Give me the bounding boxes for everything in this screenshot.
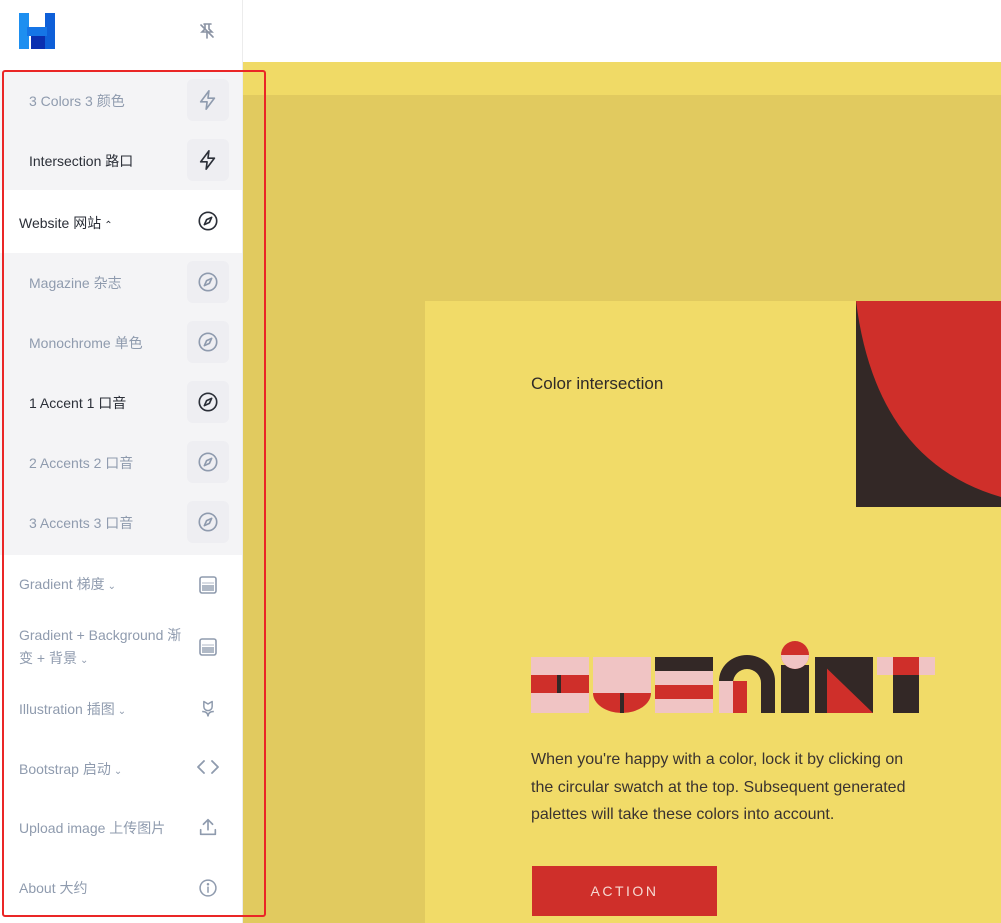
- sidebar-item-label: Gradient 梯度 ⌄: [19, 573, 116, 598]
- h-logo-icon[interactable]: [19, 13, 55, 49]
- sidebar-item-magazine[interactable]: Magazine 杂志: [0, 253, 242, 313]
- sidebar-item-gradient[interactable]: Gradient 梯度 ⌄: [0, 555, 242, 615]
- sidebar-item-2-accents[interactable]: 2 Accents 2 口音: [0, 433, 242, 493]
- top-bar: [243, 0, 1001, 63]
- sidebar-item-label: Upload image 上传图片: [19, 820, 166, 836]
- sidebar-item-label: Illustration 插图 ⌄: [19, 698, 126, 723]
- sidebar-item-label: 1 Accent 1 口音: [29, 395, 127, 411]
- action-button[interactable]: ACTION: [532, 866, 717, 916]
- sidebar-item-label: Gradient + Background 渐变 + 背景 ⌄: [19, 624, 191, 672]
- chevron-down-icon: ⌄: [113, 766, 123, 777]
- info-icon: [187, 867, 229, 909]
- sidebar-item-3-colors[interactable]: 3 Colors 3 颜色: [0, 70, 242, 130]
- intersection-art: [856, 301, 1001, 507]
- sidebar-item-label: Bootstrap 启动 ⌄: [19, 758, 122, 783]
- sidebar-item-intersection[interactable]: Intersection 路口: [0, 130, 242, 190]
- sidebar-item-website[interactable]: Website 网站 ⌃: [0, 192, 242, 252]
- pin-off-icon[interactable]: [196, 20, 218, 42]
- bolt-icon: [187, 79, 229, 121]
- sidebar-item-label: Website 网站 ⌃: [19, 212, 113, 237]
- chevron-down-icon: ⌄: [107, 581, 116, 592]
- sidebar-item-label: 3 Colors 3 颜色: [29, 93, 125, 109]
- gradient-icon: [187, 564, 229, 606]
- compass-icon: [187, 321, 229, 363]
- flower-icon: [187, 688, 229, 730]
- card-title: Color intersection: [531, 374, 664, 393]
- compass-icon: [187, 200, 229, 242]
- compass-icon: [187, 441, 229, 483]
- sidebar-item-label: Magazine 杂志: [29, 275, 122, 291]
- sidebar-item-gradient-background[interactable]: Gradient + Background 渐变 + 背景 ⌄: [0, 615, 242, 679]
- palette-band: [243, 62, 1001, 95]
- compass-icon: [187, 381, 229, 423]
- description-text: When you're happy with a color, lock it …: [531, 751, 906, 823]
- sidebar: 3 Colors 3 颜色 Intersection 路口 Website 网站…: [0, 0, 243, 923]
- sidebar-item-label: 2 Accents 2 口音: [29, 455, 134, 471]
- upload-icon: [187, 806, 229, 848]
- sidebar-item-about[interactable]: About 大约: [0, 858, 242, 918]
- bolt-icon: [187, 139, 229, 181]
- huemint-logo-art: [531, 641, 935, 713]
- sidebar-item-label: Intersection 路口: [29, 153, 134, 169]
- sidebar-item-label: Monochrome 单色: [29, 335, 143, 351]
- sidebar-item-bootstrap[interactable]: Bootstrap 启动 ⌄: [0, 739, 242, 799]
- sidebar-item-label: About 大约: [19, 880, 88, 896]
- compass-icon: [187, 501, 229, 543]
- sidebar-item-3-accents[interactable]: 3 Accents 3 口音: [0, 493, 242, 555]
- compass-icon: [187, 261, 229, 303]
- sidebar-item-illustration[interactable]: Illustration 插图 ⌄: [0, 679, 242, 739]
- chevron-up-icon: ⌃: [104, 220, 113, 231]
- sidebar-item-upload-image[interactable]: Upload image 上传图片: [0, 798, 242, 858]
- gradient-icon: [187, 626, 229, 668]
- sidebar-item-monochrome[interactable]: Monochrome 单色: [0, 313, 242, 373]
- code-icon: [187, 746, 229, 788]
- sidebar-item-label: 3 Accents 3 口音: [29, 515, 134, 531]
- chevron-down-icon: ⌄: [79, 655, 89, 666]
- sidebar-item-1-accent[interactable]: 1 Accent 1 口音: [0, 373, 242, 433]
- chevron-down-icon: ⌄: [117, 706, 127, 717]
